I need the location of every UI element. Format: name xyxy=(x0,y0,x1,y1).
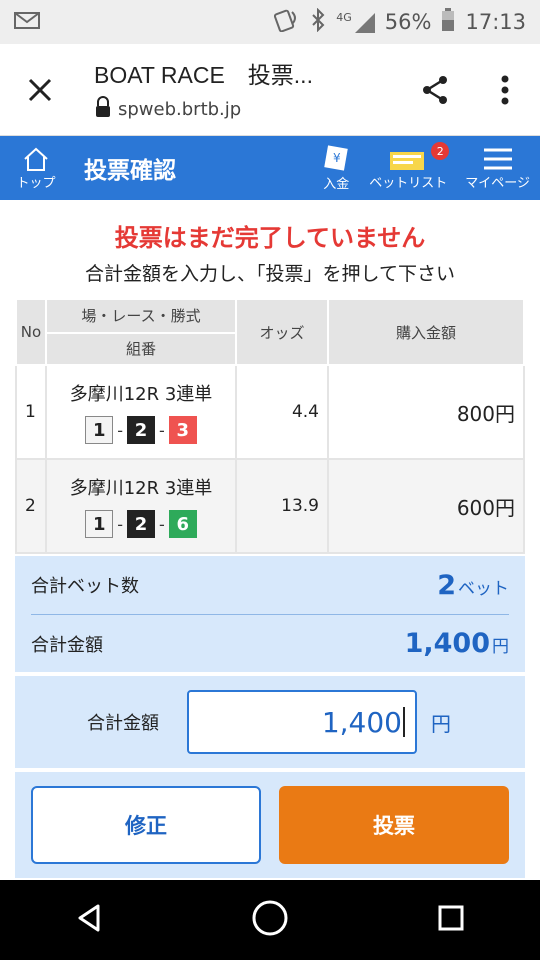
network-type: 4G xyxy=(336,11,352,24)
total-unit: 円 xyxy=(492,637,509,657)
boat-number: 3 xyxy=(168,416,197,444)
more-menu-button[interactable] xyxy=(470,44,540,136)
clock: 17:13 xyxy=(465,10,526,34)
amount-input-row: 合計金額 1,400 円 xyxy=(15,676,525,768)
svg-text:¥: ¥ xyxy=(333,151,341,165)
row-no: 2 xyxy=(15,458,47,554)
action-buttons: 修正 投票 xyxy=(15,772,525,878)
col-race-bottom: 組番 xyxy=(125,340,156,358)
ticket-icon xyxy=(390,151,425,170)
separator: - xyxy=(117,420,123,440)
row-no: 1 xyxy=(15,364,47,460)
total-amount-input[interactable]: 1,400 xyxy=(187,690,417,754)
race-name: 多摩川12R 3連単 xyxy=(69,478,213,499)
home-button[interactable]: トップ xyxy=(0,136,72,200)
col-amount: 購入金額 xyxy=(327,298,525,366)
separator: - xyxy=(159,420,165,440)
battery-icon xyxy=(441,7,455,37)
mail-icon xyxy=(14,10,40,35)
page-title: 投票確認 xyxy=(84,158,176,184)
back-icon[interactable] xyxy=(74,903,104,937)
browser-toolbar: BOAT RACE 投票... spweb.brtb.jp xyxy=(0,44,540,136)
total-row: 合計金額 1,400 円 xyxy=(31,614,509,672)
bet-count-unit: ベット xyxy=(458,578,509,599)
app-header: トップ 投票確認 ¥ 入金 ベットリスト 2 マイページ xyxy=(0,136,540,200)
lock-icon xyxy=(94,96,112,123)
mypage-button[interactable]: マイページ xyxy=(459,136,536,200)
row-amount: 600円 xyxy=(327,458,525,554)
col-odds: オッズ xyxy=(235,298,329,366)
race-name: 多摩川12R 3連単 xyxy=(69,384,213,405)
amount-input-unit: 円 xyxy=(431,711,451,736)
row-amount: 800円 xyxy=(327,364,525,460)
instruction-text: 合計金額を入力し、「投票」を押して下さい xyxy=(85,263,455,285)
table-row: 2 多摩川12R 3連単 1 - 2 - 6 13.9 600円 xyxy=(15,458,525,554)
home-label: トップ xyxy=(16,175,56,191)
url-text: spweb.brtb.jp xyxy=(118,99,242,120)
betlist-label: ベットリスト xyxy=(369,175,448,191)
boat-number: 6 xyxy=(168,510,197,538)
row-odds: 4.4 xyxy=(235,364,329,460)
share-button[interactable] xyxy=(400,44,470,136)
total-amount-input-value: 1,400 xyxy=(321,705,402,739)
incomplete-alert: 投票はまだ完了していません xyxy=(114,224,426,252)
amount-input-label: 合計金額 xyxy=(87,713,159,734)
combination: 1 - 2 - 3 xyxy=(47,416,235,444)
bet-count-row: 合計ベット数 2 ベット xyxy=(31,556,509,614)
total-label: 合計金額 xyxy=(31,634,103,656)
close-tab-button[interactable] xyxy=(0,44,80,136)
row-odds: 13.9 xyxy=(235,458,329,554)
bluetooth-icon xyxy=(310,7,326,37)
share-icon xyxy=(423,75,447,104)
bet-table: No 場・レース・勝式 組番 オッズ 購入金額 1 多摩川12R 3連単 1 -… xyxy=(15,298,525,554)
betlist-count-badge: 2 xyxy=(431,142,450,160)
nfc-icon xyxy=(274,8,300,37)
betlist-button[interactable]: ベットリスト 2 xyxy=(363,136,453,200)
mypage-label: マイページ xyxy=(465,175,530,191)
fix-button[interactable]: 修正 xyxy=(31,786,261,864)
boat-number: 1 xyxy=(85,510,114,538)
total-number: 1,400 xyxy=(404,628,490,659)
row-race: 多摩川12R 3連単 1 - 2 - 6 xyxy=(45,458,237,554)
summary-panel: 合計ベット数 2 ベット 合計金額 1,400 円 xyxy=(15,556,525,672)
home-circle-icon[interactable] xyxy=(251,899,289,941)
signal-icon: 4G xyxy=(336,11,375,33)
bet-count-value: 2 ベット xyxy=(437,570,509,601)
deposit-label: 入金 xyxy=(323,176,350,192)
close-icon xyxy=(28,78,52,101)
bet-count-number: 2 xyxy=(437,569,456,601)
col-no: No xyxy=(15,298,47,366)
table-row: 1 多摩川12R 3連単 1 - 2 - 3 4.4 800円 xyxy=(15,364,525,460)
menu-icon xyxy=(483,148,512,169)
boat-number: 2 xyxy=(127,416,155,444)
bet-count-label: 合計ベット数 xyxy=(31,576,139,597)
row-race: 多摩川12R 3連単 1 - 2 - 3 xyxy=(45,364,237,460)
status-bar: 4G 56% 17:13 xyxy=(0,0,540,44)
recents-icon[interactable] xyxy=(436,903,466,937)
boat-number: 1 xyxy=(85,416,114,444)
url-area[interactable]: BOAT RACE 投票... spweb.brtb.jp xyxy=(80,56,400,123)
home-icon xyxy=(24,147,48,171)
combination: 1 - 2 - 6 xyxy=(47,510,235,538)
separator: - xyxy=(159,514,165,534)
deposit-icon: ¥ xyxy=(324,144,348,171)
text-cursor xyxy=(403,707,405,737)
boat-number: 2 xyxy=(127,510,155,538)
total-value: 1,400 円 xyxy=(405,628,509,659)
deposit-button[interactable]: ¥ 入金 xyxy=(315,136,357,200)
more-vert-icon xyxy=(501,75,509,104)
col-race-top: 場・レース・勝式 xyxy=(47,305,235,334)
page-title-text: BOAT RACE 投票... xyxy=(94,62,313,88)
vote-button[interactable]: 投票 xyxy=(279,786,509,864)
col-race: 場・レース・勝式 組番 xyxy=(45,298,237,366)
separator: - xyxy=(117,514,123,534)
system-nav-bar xyxy=(0,880,540,960)
battery-text: 56% xyxy=(384,10,432,34)
